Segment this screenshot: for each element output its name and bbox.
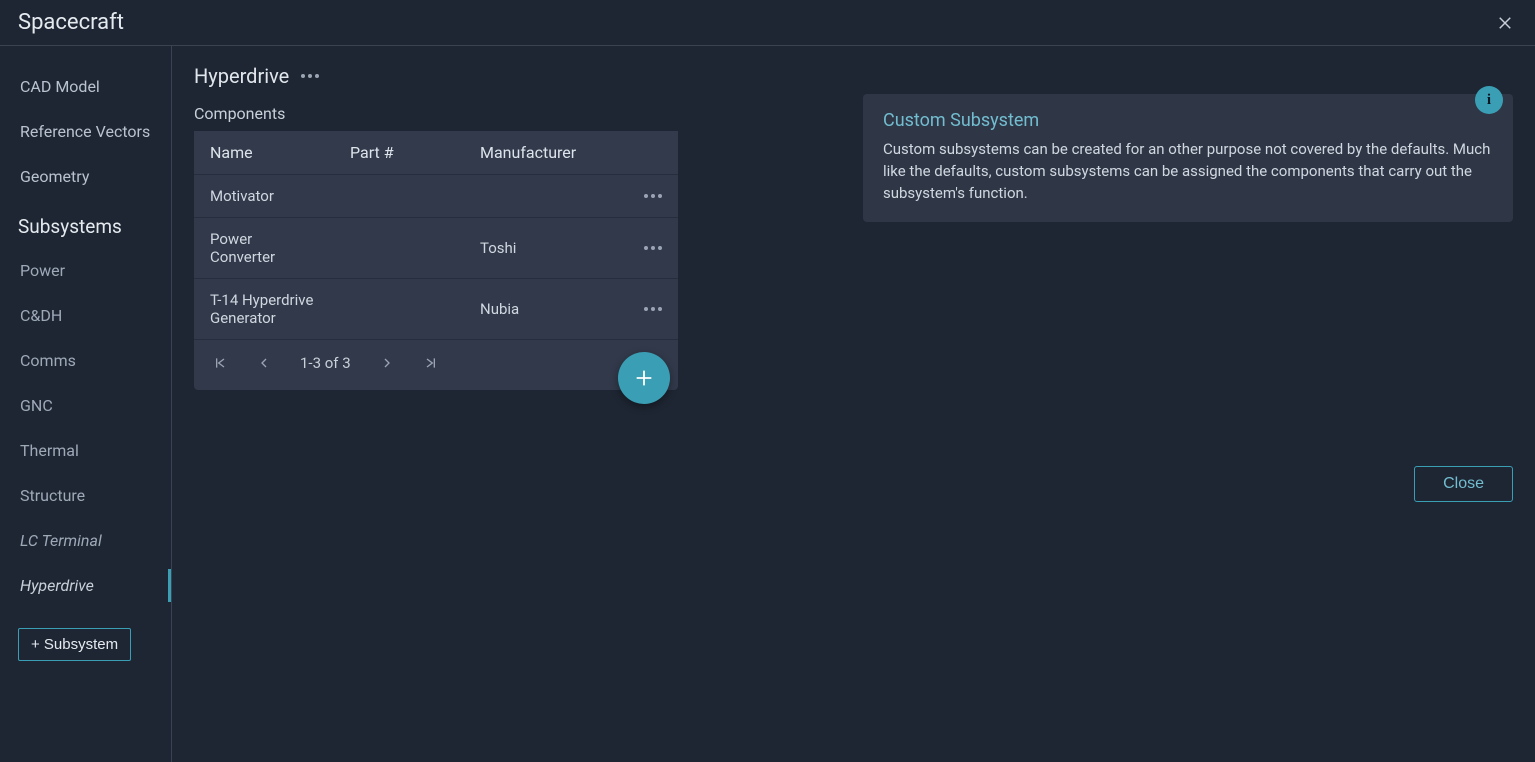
sidebar-item-comms[interactable]: Comms [0,338,171,383]
sidebar-item-cad-model[interactable]: CAD Model [0,64,171,109]
sidebar-item-power[interactable]: Power [0,248,171,293]
pagination-text: 1-3 of 3 [300,354,351,372]
cell-manufacturer: Toshi [464,218,628,279]
last-page-icon[interactable] [423,355,439,371]
info-icon: i [1475,86,1503,114]
sidebar-item-hyperdrive[interactable]: Hyperdrive [0,563,171,608]
cell-name: Power Converter [194,218,334,279]
sidebar-item-reference-vectors[interactable]: Reference Vectors [0,109,171,154]
cell-part [334,175,464,218]
row-menu-icon[interactable] [628,279,678,340]
table-row[interactable]: Motivator [194,175,678,218]
modal-header: Spacecraft [0,0,1535,46]
sidebar-item-c-dh[interactable]: C&DH [0,293,171,338]
modal-title: Spacecraft [18,10,124,35]
main-content: Hyperdrive Components NamePart #Manufact… [172,46,1535,762]
cell-manufacturer: Nubia [464,279,628,340]
table-row[interactable]: Power Converter Toshi [194,218,678,279]
column-header: Part # [334,131,464,175]
sidebar-item-structure[interactable]: Structure [0,473,171,518]
pagination: 1-3 of 3 [194,339,678,390]
sidebar-item-gnc[interactable]: GNC [0,383,171,428]
cell-part [334,218,464,279]
info-title: Custom Subsystem [883,110,1493,131]
close-button[interactable]: Close [1414,466,1513,502]
sidebar-item-lc-terminal[interactable]: LC Terminal [0,518,171,563]
cell-manufacturer [464,175,628,218]
components-table: NamePart #Manufacturer MotivatorPower Co… [194,131,678,390]
row-menu-icon[interactable] [628,218,678,279]
section-menu-icon[interactable] [301,74,319,78]
cell-part [334,279,464,340]
column-header: Name [194,131,334,175]
cell-name: T-14 Hyperdrive Generator [194,279,334,340]
next-page-icon[interactable] [379,355,395,371]
cell-name: Motivator [194,175,334,218]
sidebar: CAD ModelReference VectorsGeometry Subsy… [0,46,172,762]
add-subsystem-button[interactable]: + Subsystem [18,628,131,661]
add-component-button[interactable] [618,352,670,404]
info-panel: i Custom Subsystem Custom subsystems can… [863,94,1513,222]
sidebar-heading: Subsystems [0,199,171,248]
table-row[interactable]: T-14 Hyperdrive Generator Nubia [194,279,678,340]
first-page-icon[interactable] [212,355,228,371]
column-header-actions [628,131,678,175]
sidebar-item-geometry[interactable]: Geometry [0,154,171,199]
section-title: Hyperdrive [194,64,289,88]
close-icon[interactable] [1493,11,1517,35]
row-menu-icon[interactable] [628,175,678,218]
sidebar-item-thermal[interactable]: Thermal [0,428,171,473]
info-body: Custom subsystems can be created for an … [883,139,1493,204]
column-header: Manufacturer [464,131,628,175]
prev-page-icon[interactable] [256,355,272,371]
